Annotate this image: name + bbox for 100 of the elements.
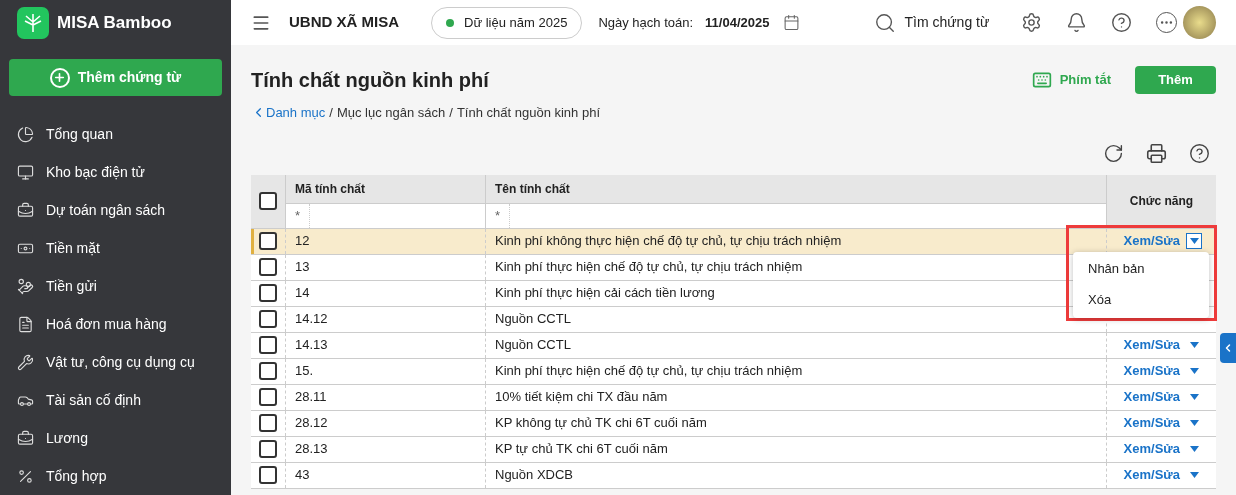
- table-cell: 14.13: [286, 332, 486, 358]
- caret-icon: [1189, 394, 1199, 400]
- search-button[interactable]: Tìm chứng từ: [874, 11, 990, 34]
- wrench-icon: [17, 353, 34, 371]
- column-header: Tên tính chất: [494, 180, 571, 198]
- filter-field[interactable]: *: [286, 203, 486, 228]
- logo-icon: [17, 7, 49, 40]
- briefcase-icon: [17, 429, 34, 447]
- bell-icon[interactable]: [1066, 12, 1088, 33]
- breadcrumb-separator: /: [449, 104, 453, 122]
- checkbox[interactable]: [259, 388, 277, 406]
- calendar-icon[interactable]: [783, 14, 801, 31]
- caret-icon: [1189, 420, 1199, 426]
- sidebar-item[interactable]: Lương: [9, 419, 222, 457]
- breadcrumb-item: Tính chất nguồn kinh phí: [456, 104, 600, 122]
- table-cell: 28.12: [286, 410, 486, 436]
- table-cell-text: Kinh phí thực hiện chế độ tự chủ, tự chịu trách nhiệm: [495, 258, 803, 277]
- page-title: Tính chất nguồn kinh phí: [251, 68, 489, 93]
- breadcrumb-separator: /: [329, 104, 333, 122]
- view-edit-link[interactable]: Xem/Sửa: [1123, 465, 1180, 485]
- table-cell: 13: [286, 254, 486, 280]
- column-header: Mã tính chất: [286, 174, 486, 203]
- briefcase-icon: [17, 201, 34, 219]
- checkbox[interactable]: [259, 232, 277, 250]
- table-cell: 43: [286, 462, 486, 488]
- sidebar-item[interactable]: Kho bạc điện tử: [9, 153, 222, 191]
- caret-icon: [1189, 446, 1199, 452]
- column-header: Chức năng: [1106, 174, 1216, 228]
- collapse-tab[interactable]: [1220, 333, 1236, 363]
- checkbox[interactable]: [259, 192, 277, 210]
- checkbox[interactable]: [259, 414, 277, 432]
- table-cell: 28.11: [286, 384, 486, 410]
- sidebar-item[interactable]: Tổng quan: [9, 115, 222, 153]
- table-row[interactable]: 28.11 10% tiết kiệm chi TX đầu năm Xem/Sửa: [251, 384, 1216, 411]
- posting-date: 11/04/2025: [705, 13, 770, 32]
- breadcrumb-link[interactable]: Danh mục: [251, 103, 326, 123]
- view-edit-link[interactable]: Xem/Sửa: [1123, 335, 1180, 355]
- sidebar-item[interactable]: Tài sản cố định: [9, 381, 222, 419]
- checkbox[interactable]: [259, 362, 277, 380]
- view-edit-link[interactable]: Xem/Sửa: [1123, 413, 1180, 433]
- organization-name: UBND XÃ MISA: [289, 12, 399, 33]
- sidebar-item[interactable]: Tổng hợp: [9, 457, 222, 495]
- document-icon: [17, 315, 34, 333]
- help-icon[interactable]: [1111, 12, 1133, 33]
- caret-icon: [1189, 472, 1199, 478]
- caret-icon: [1189, 238, 1199, 244]
- table-row[interactable]: 43 Nguồn XDCB Xem/Sửa: [251, 462, 1216, 489]
- table-cell: 14: [286, 280, 486, 306]
- table-row[interactable]: 28.13 KP tự chủ TK chi 6T cuối năm Xem/Sửa: [251, 436, 1216, 463]
- table-row[interactable]: 28.12 KP không tự chủ TK chi 6T cuối năm Xem/Sửa: [251, 410, 1216, 437]
- sidebar-item[interactable]: Tiền mặt: [9, 229, 222, 267]
- pie-chart-icon: [17, 125, 34, 143]
- table-cell-text: KP không tự chủ TK chi 6T cuối năm: [495, 414, 707, 433]
- sidebar-item[interactable]: Tiền gửi: [9, 267, 222, 305]
- help-icon[interactable]: [1189, 142, 1210, 164]
- checkbox[interactable]: [259, 258, 277, 276]
- sidebar-item[interactable]: Hoá đơn mua hàng: [9, 305, 222, 343]
- hand-coins-icon: [17, 277, 34, 295]
- view-edit-link[interactable]: Xem/Sửa: [1123, 231, 1180, 251]
- table-cell-text: KP tự chủ TK chi 6T cuối năm: [495, 440, 668, 459]
- refresh-icon[interactable]: [1103, 142, 1124, 164]
- table-cell-text: Nguồn CCTL: [495, 310, 571, 329]
- table-cell-text: Nguồn XDCB: [495, 466, 574, 485]
- app-name: MISA Bamboo: [57, 12, 172, 35]
- table-row[interactable]: 12 Kinh phí không thực hiện chế độ tự chủ, tự chịu trách nhiệm Xem/Sửa: [251, 228, 1216, 255]
- checkbox[interactable]: [259, 440, 277, 458]
- sidebar-item[interactable]: Vật tư, công cụ dụng cụ: [9, 343, 222, 381]
- dropdown-toggle[interactable]: [1186, 233, 1202, 249]
- table-cell-text: 10% tiết kiệm chi TX đầu năm: [495, 388, 668, 407]
- table-cell: 12: [286, 228, 486, 254]
- table-cell-text: Nguồn CCTL: [495, 336, 571, 355]
- filter-field[interactable]: *: [486, 203, 1106, 228]
- view-edit-link[interactable]: Xem/Sửa: [1123, 439, 1180, 459]
- settings-icon[interactable]: [1021, 12, 1043, 33]
- view-edit-link[interactable]: Xem/Sửa: [1123, 361, 1180, 381]
- posting-date-label: Ngày hạch toán:: [598, 13, 694, 32]
- avatar[interactable]: [1183, 6, 1216, 39]
- caret-icon: [1189, 342, 1199, 348]
- caret-icon: [1189, 368, 1199, 374]
- checkbox[interactable]: [259, 336, 277, 354]
- table-cell-text: Kinh phí thực hiện cải cách tiền lương: [495, 284, 715, 303]
- sidebar-item[interactable]: Dự toán ngân sách: [9, 191, 222, 229]
- keyboard-icon: [1031, 70, 1052, 90]
- table-row[interactable]: 15. Kinh phí thực hiện chế độ tự chủ, tự chịu trách nhiệm Xem/Sửa: [251, 358, 1216, 385]
- table-row[interactable]: 14.13 Nguồn CCTL Xem/Sửa: [251, 332, 1216, 359]
- checkbox[interactable]: [259, 284, 277, 302]
- search-icon: [874, 11, 897, 34]
- table-cell-text: Kinh phí thực hiện chế độ tự chủ, tự chịu trách nhiệm: [495, 362, 803, 381]
- table-cell: 15.: [286, 358, 486, 384]
- percent-icon: [17, 467, 34, 485]
- checkbox[interactable]: [259, 310, 277, 328]
- view-edit-link[interactable]: Xem/Sửa: [1123, 387, 1180, 407]
- checkbox[interactable]: [259, 466, 277, 484]
- table-cell: 14.12: [286, 306, 486, 332]
- breadcrumb-item: Mục lục ngân sách: [336, 104, 446, 122]
- monitor-icon: [17, 163, 34, 181]
- print-icon[interactable]: [1146, 142, 1167, 164]
- table-cell-text: Kinh phí không thực hiện chế độ tự chủ, tự chịu trách nhiệm: [495, 232, 842, 251]
- plus-icon: [49, 67, 70, 88]
- table-cell: 28.13: [286, 436, 486, 462]
